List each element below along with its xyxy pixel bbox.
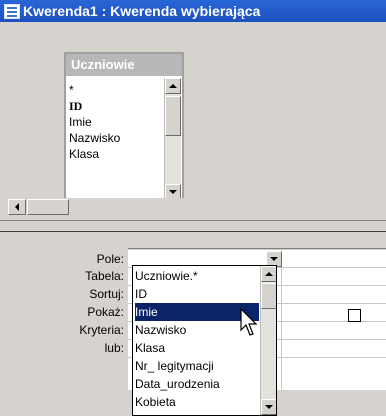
scroll-up-button[interactable] (165, 78, 181, 94)
window-titlebar[interactable]: Kwerenda1 : Kwerenda wybierająca (0, 0, 386, 22)
hscroll-thumb[interactable] (27, 199, 69, 215)
field-item[interactable]: Klasa (69, 146, 164, 162)
show-checkbox[interactable] (348, 309, 361, 322)
row-label-pokaz: Pokaż: (87, 305, 124, 319)
row-label-tabela: Tabela: (85, 269, 124, 283)
dropdown-item[interactable]: Nr_ legitymacji (135, 357, 214, 375)
query-window-icon[interactable] (4, 4, 20, 19)
dropdown-item[interactable]: ID (135, 285, 147, 303)
dropdown-item[interactable]: Nazwisko (135, 321, 186, 339)
scroll-left-button[interactable] (8, 199, 26, 215)
table-box-uczniowie[interactable]: Uczniowie * ID Imie Nazwisko Klasa (64, 52, 184, 206)
field-list-scrollbar[interactable] (164, 78, 181, 200)
scroll-thumb[interactable] (165, 96, 181, 136)
scroll-up-button[interactable] (261, 266, 276, 282)
arrow-up-icon (265, 272, 273, 276)
arrow-up-icon (169, 84, 177, 88)
row-label-pole: Pole: (96, 252, 124, 266)
arrow-down-icon (265, 405, 273, 409)
table-pane-hscrollbar[interactable] (8, 198, 386, 216)
row-label-lub: lub: (104, 341, 124, 355)
field-item[interactable]: Imie (69, 114, 164, 130)
row-label-sortuj: Sortuj: (89, 287, 124, 301)
row-label-kryteria: Kryteria: (79, 323, 124, 337)
table-pane[interactable]: Uczniowie * ID Imie Nazwisko Klasa (0, 22, 386, 220)
field-item[interactable]: * (69, 82, 164, 98)
field-list: * ID Imie Nazwisko Klasa (69, 82, 164, 162)
scroll-thumb[interactable] (261, 283, 276, 309)
chevron-down-icon (270, 257, 278, 261)
dropdown-item[interactable]: Kobieta (135, 393, 176, 411)
arrow-down-icon (169, 190, 177, 194)
scroll-down-button[interactable] (261, 399, 276, 415)
dropdown-scrollbar[interactable] (260, 266, 276, 415)
field-dropdown-list[interactable]: Uczniowie.* ID Imie Nazwisko Klasa Nr_ l… (132, 265, 277, 416)
dropdown-item[interactable]: Uczniowie.* (135, 267, 198, 285)
pane-splitter[interactable] (0, 220, 386, 232)
dropdown-item[interactable]: Data_urodzenia (135, 375, 220, 393)
field-item[interactable]: ID (69, 98, 164, 114)
column-selector[interactable] (128, 240, 386, 249)
dropdown-item[interactable]: Klasa (135, 339, 165, 357)
grid-column-line (281, 250, 282, 390)
window-title: Kwerenda1 : Kwerenda wybierająca (23, 3, 261, 19)
arrow-left-icon (15, 203, 19, 211)
mouse-pointer-icon (240, 308, 258, 336)
table-box-caption[interactable]: Uczniowie (66, 54, 182, 76)
field-item[interactable]: Nazwisko (69, 130, 164, 146)
